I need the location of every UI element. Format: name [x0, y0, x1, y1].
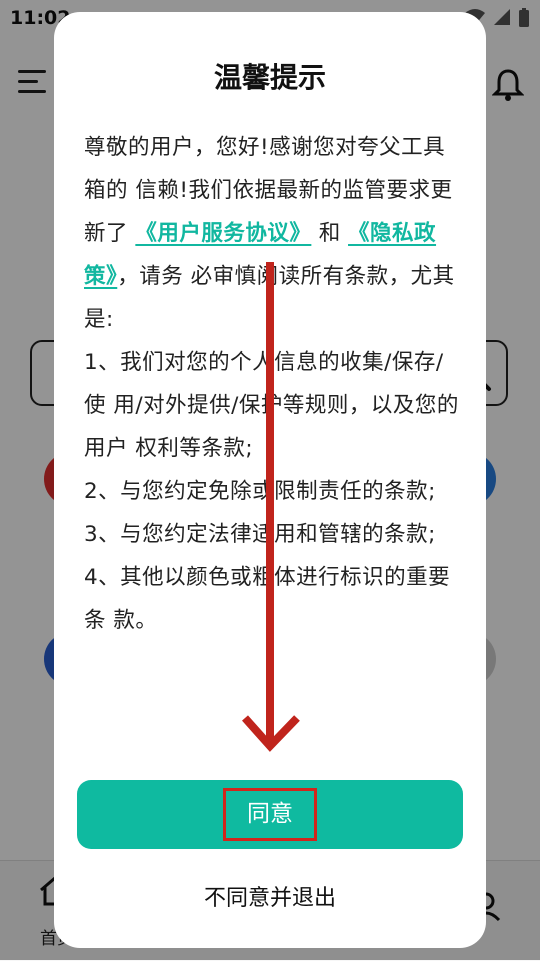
dialog-body: 尊敬的用户，您好!感谢您对夸父工具箱的 信赖!我们依据最新的监管要求更新了 《用… [84, 126, 462, 642]
agree-button[interactable]: 同意 [77, 780, 463, 849]
clause-item: 4、其他以颜色或粗体进行标识的重要条 款。 [84, 565, 451, 633]
decline-exit-button[interactable]: 不同意并退出 [54, 880, 486, 912]
privacy-dialog: 温馨提示 尊敬的用户，您好!感谢您对夸父工具箱的 信赖!我们依据最新的监管要求更… [54, 12, 486, 948]
dialog-title: 温馨提示 [213, 61, 326, 94]
user-agreement-link[interactable]: 《用户服务协议》 [135, 221, 311, 246]
agree-button-label[interactable]: 同意 [223, 788, 317, 841]
clause-item: 3、与您约定法律适用和管辖的条款; [84, 522, 436, 547]
dialog-intro: 尊敬的用户，您好!感谢您对夸父工具箱的 信赖!我们依据最新的监管要求更新了 《用… [84, 126, 462, 341]
clause-item: 1、我们对您的个人信息的收集/保存/使 用/对外提供/保护等规则，以及您的用户 … [84, 350, 459, 461]
and-text: 和 [311, 221, 349, 246]
clause-item: 2、与您约定免除或限制责任的条款; [84, 479, 436, 504]
intro-text-2: ，请务 必审慎阅读所有条款，尤其是: [84, 264, 455, 332]
